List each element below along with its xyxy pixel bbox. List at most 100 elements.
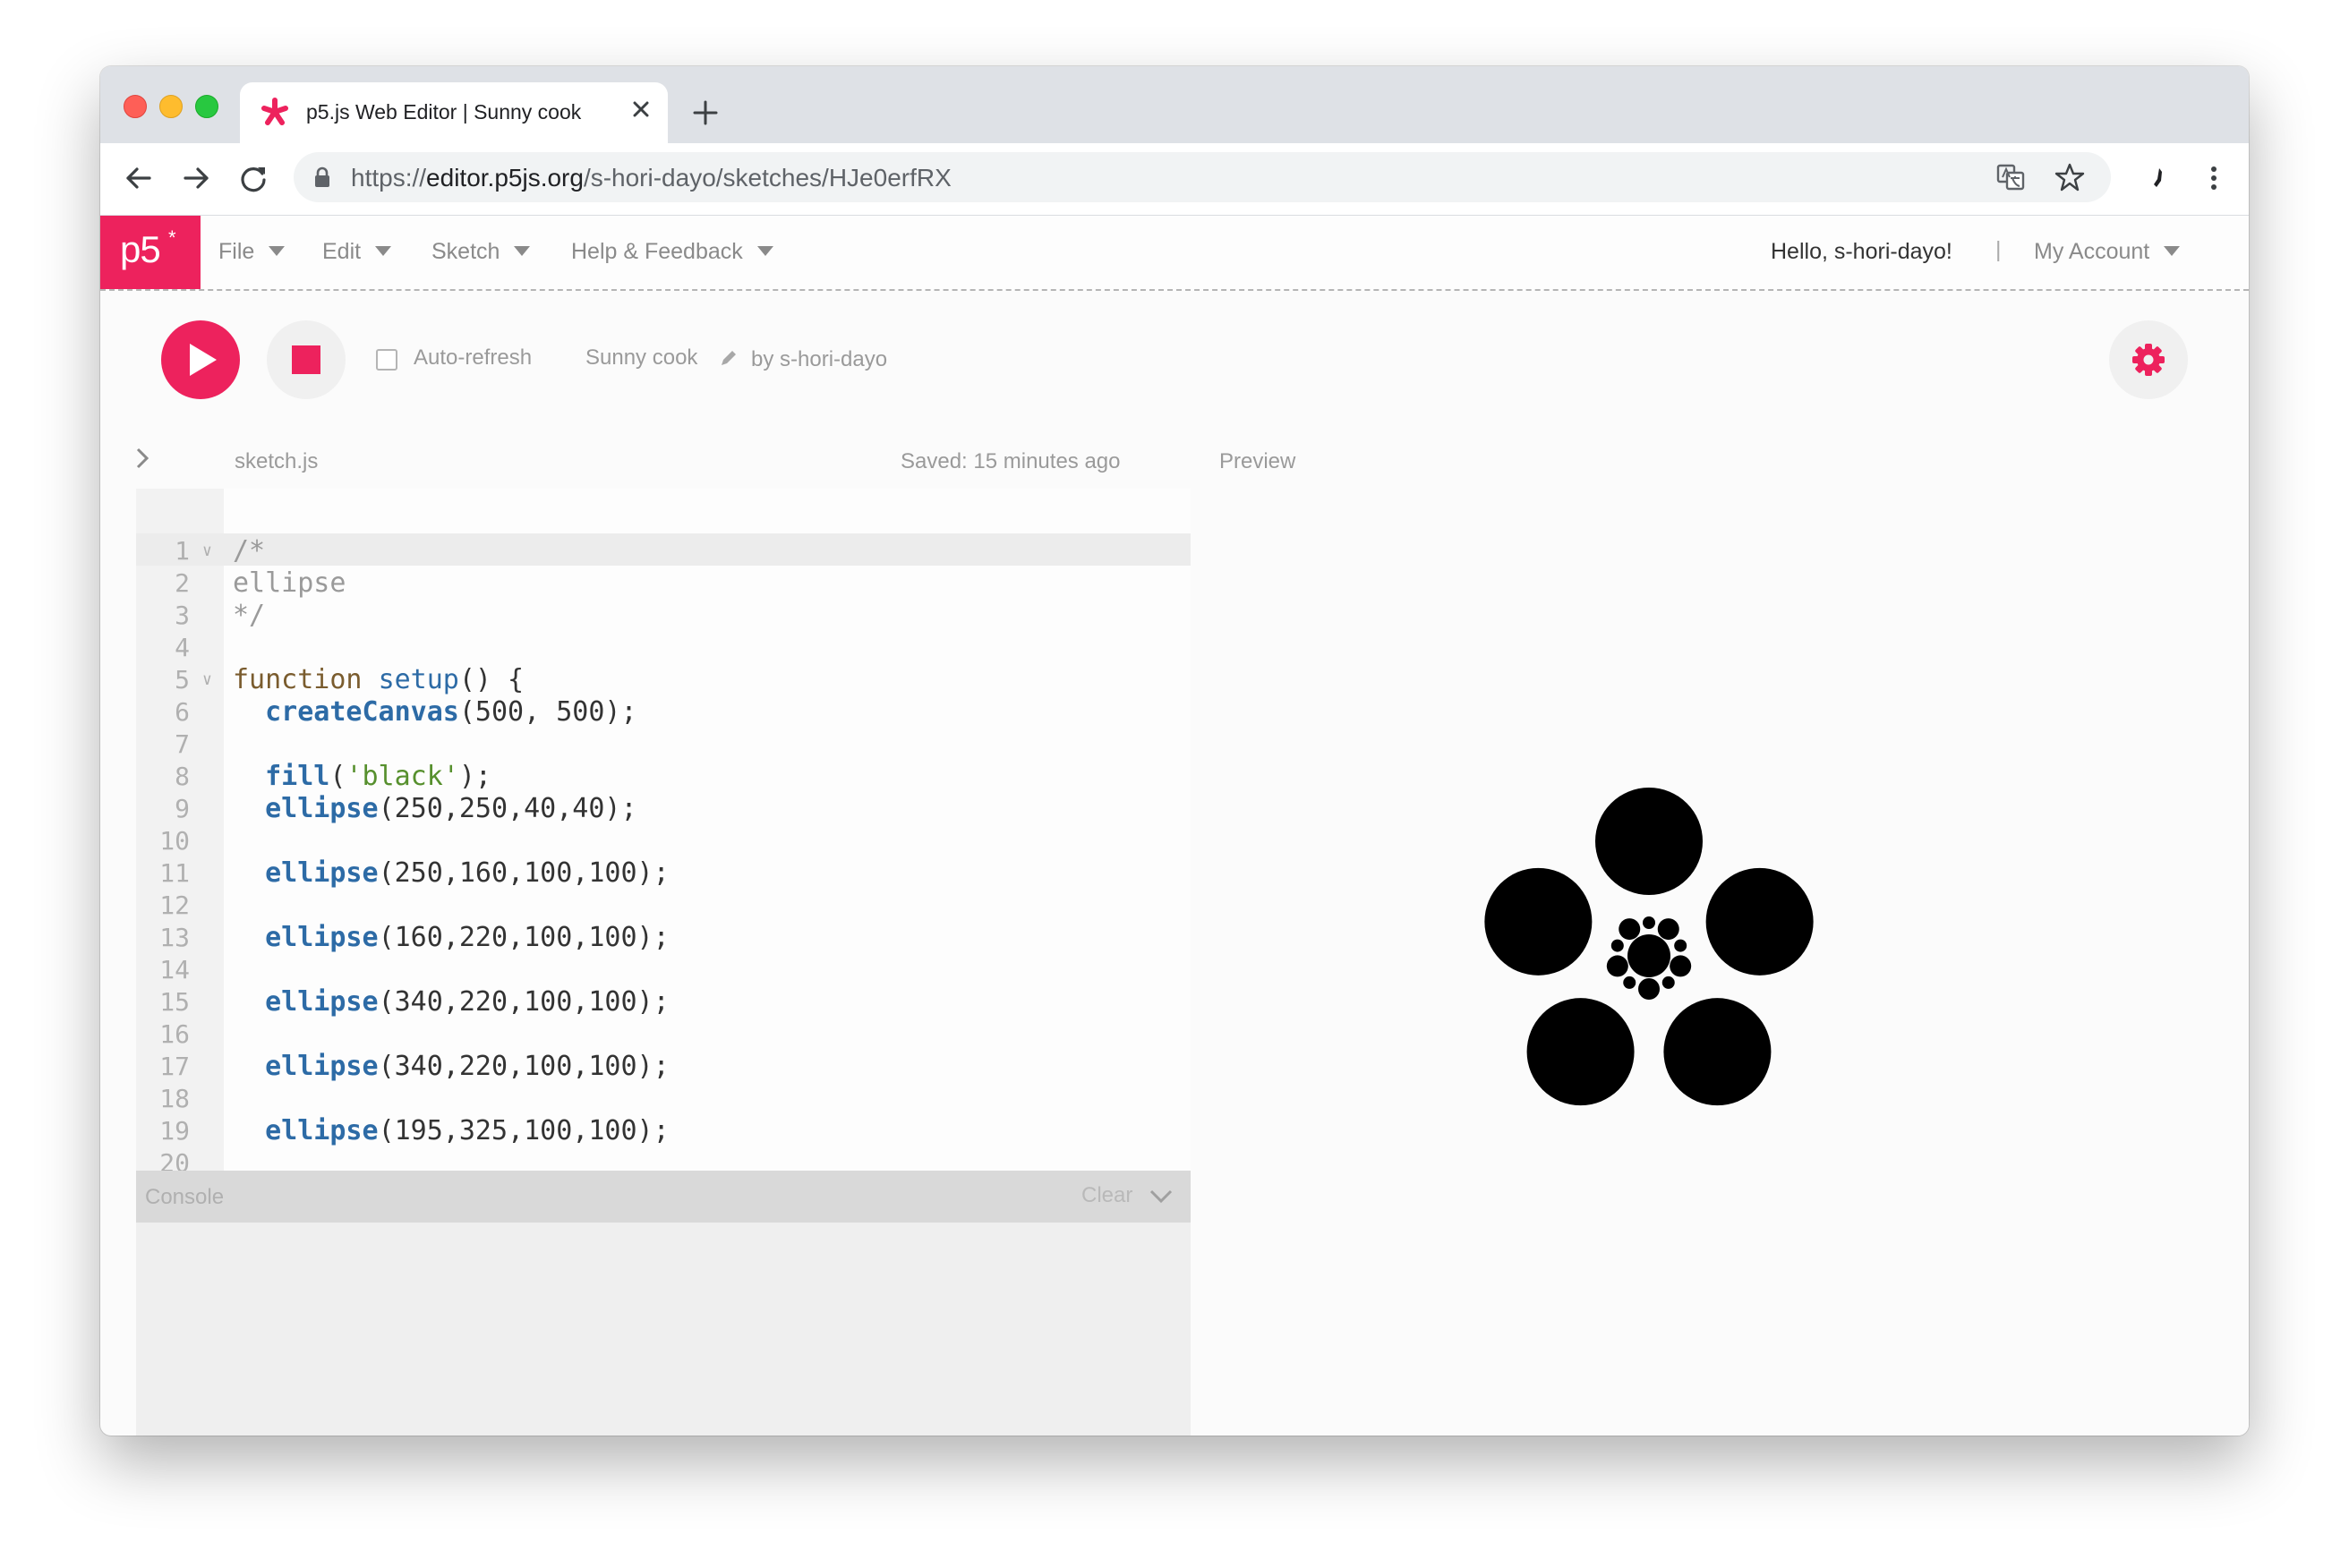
- code-token: (340,220,100,100);: [378, 1051, 670, 1082]
- code-line[interactable]: 15 ellipse(340,220,100,100);: [136, 986, 1191, 1018]
- code-token: ellipse: [265, 1115, 379, 1146]
- menu-help[interactable]: Help & Feedback: [571, 239, 773, 265]
- menu-my-account[interactable]: My Account: [2034, 239, 2181, 265]
- p5-logo[interactable]: p5 *: [100, 216, 201, 289]
- stamen-dot: [1606, 955, 1628, 977]
- auto-refresh-checkbox[interactable]: [376, 349, 397, 371]
- fold-chevron-icon[interactable]: ∨: [202, 664, 212, 696]
- code-text: ellipse(160,220,100,100);: [233, 922, 670, 954]
- sidebar-expand-icon[interactable]: [132, 446, 154, 471]
- code-token: /*: [233, 535, 266, 567]
- code-line[interactable]: 12: [136, 890, 1191, 922]
- menu-file-label: File: [218, 239, 255, 264]
- stamen-dot: [1670, 955, 1692, 977]
- code-token: setup: [378, 664, 459, 695]
- code-line[interactable]: 10: [136, 825, 1191, 857]
- line-number: 7: [175, 729, 190, 759]
- code-token: ellipse: [265, 857, 379, 889]
- bookmark-star-icon[interactable]: [2054, 161, 2086, 193]
- gear-icon: [2132, 344, 2165, 376]
- tab-strip: p5.js Web Editor | Sunny cook: [100, 66, 2249, 143]
- code-line[interactable]: 8 fill('black');: [136, 761, 1191, 793]
- new-tab-icon[interactable]: [691, 98, 720, 127]
- translate-icon[interactable]: [1995, 161, 2027, 193]
- petal-circle: [1526, 998, 1635, 1106]
- code-line[interactable]: 19 ellipse(195,325,100,100);: [136, 1115, 1191, 1147]
- code-line[interactable]: 9 ellipse(250,250,40,40);: [136, 793, 1191, 825]
- line-number: 14: [159, 955, 190, 984]
- code-token: );: [458, 761, 491, 792]
- browser-toolbar: https://editor.p5js.org/s-hori-dayo/sket…: [100, 143, 2249, 216]
- code-text: ellipse(250,160,100,100);: [233, 857, 670, 890]
- p5-asterisk-icon: [261, 98, 288, 125]
- code-line[interactable]: 5 ∨ function setup() {: [136, 664, 1191, 696]
- pencil-icon[interactable]: [718, 347, 739, 369]
- console-clear-button[interactable]: Clear: [1081, 1183, 1132, 1208]
- code-line[interactable]: 16: [136, 1018, 1191, 1051]
- code-line[interactable]: 2 ellipse: [136, 567, 1191, 600]
- auto-refresh-label[interactable]: Auto-refresh: [414, 345, 532, 371]
- code-token: (500, 500);: [458, 696, 637, 728]
- stop-button[interactable]: [267, 320, 346, 399]
- code-line[interactable]: 4: [136, 632, 1191, 664]
- preview-pane: [1191, 489, 2249, 1436]
- browser-window: p5.js Web Editor | Sunny cook https://ed…: [100, 66, 2249, 1436]
- caret-down-icon: [514, 245, 531, 256]
- line-number: 19: [159, 1116, 190, 1146]
- code-line[interactable]: 14: [136, 954, 1191, 986]
- url-path: /s-hori-dayo/sketches/HJe0erfRX: [583, 164, 952, 192]
- menu-file[interactable]: File: [218, 239, 286, 265]
- code-token: (: [329, 761, 346, 792]
- browser-tab[interactable]: p5.js Web Editor | Sunny cook: [240, 82, 668, 143]
- code-line[interactable]: 17 ellipse(340,220,100,100);: [136, 1051, 1191, 1083]
- code-token: ellipse: [265, 922, 379, 953]
- minimize-window-button[interactable]: [159, 95, 183, 118]
- code-token: (195,325,100,100);: [378, 1115, 670, 1146]
- code-line[interactable]: 11 ellipse(250,160,100,100);: [136, 857, 1191, 890]
- logo-asterisk: *: [168, 226, 176, 249]
- menu-edit[interactable]: Edit: [322, 239, 392, 265]
- plum-blossom-drawing: [1484, 788, 1814, 1106]
- back-arrow-icon[interactable]: [120, 159, 158, 197]
- fold-chevron-icon[interactable]: ∨: [202, 535, 212, 567]
- stamen-dot: [1623, 976, 1636, 989]
- code-line[interactable]: 13 ellipse(160,220,100,100);: [136, 922, 1191, 954]
- menu-sketch[interactable]: Sketch: [431, 239, 531, 265]
- line-number: 5: [175, 665, 190, 695]
- petal-circle: [1484, 867, 1593, 976]
- play-button[interactable]: [161, 320, 240, 399]
- settings-button[interactable]: [2109, 320, 2188, 399]
- extension-icon[interactable]: [2140, 159, 2177, 197]
- caret-down-icon: [2164, 245, 2181, 256]
- code-line[interactable]: 7: [136, 729, 1191, 761]
- code-editor[interactable]: 1 ∨/* 2 ellipse 3 */4 5 ∨ function setup() {6 cr…: [136, 489, 1191, 1171]
- close-tab-icon[interactable]: [625, 93, 657, 125]
- code-token: () {: [458, 664, 525, 695]
- code-line[interactable]: 1 ∨ /*: [136, 535, 1191, 567]
- code-token: ellipse: [265, 1051, 379, 1082]
- code-token: (340,220,100,100);: [378, 986, 670, 1018]
- forward-arrow-icon[interactable]: [177, 159, 215, 197]
- code-line[interactable]: 20: [136, 1147, 1191, 1171]
- kebab-menu-icon[interactable]: [2195, 159, 2233, 197]
- address-bar[interactable]: https://editor.p5js.org/s-hori-dayo/sket…: [294, 152, 2111, 202]
- maximize-window-button[interactable]: [195, 95, 218, 118]
- close-window-button[interactable]: [124, 95, 147, 118]
- code-line[interactable]: 18: [136, 1083, 1191, 1115]
- code-token: fill: [265, 761, 330, 792]
- code-token: ellipse: [233, 567, 346, 599]
- code-line[interactable]: 3 */: [136, 600, 1191, 632]
- sketch-name[interactable]: Sunny cook: [585, 345, 697, 371]
- line-number: 17: [159, 1052, 190, 1081]
- sketch-author: by s-hori-dayo: [751, 347, 888, 371]
- chevron-down-icon[interactable]: [1148, 1183, 1174, 1210]
- code-text: ellipse(195,325,100,100);: [233, 1115, 670, 1147]
- line-number: 10: [159, 826, 190, 856]
- reload-icon[interactable]: [235, 159, 272, 197]
- code-line[interactable]: 6 createCanvas(500, 500);: [136, 696, 1191, 729]
